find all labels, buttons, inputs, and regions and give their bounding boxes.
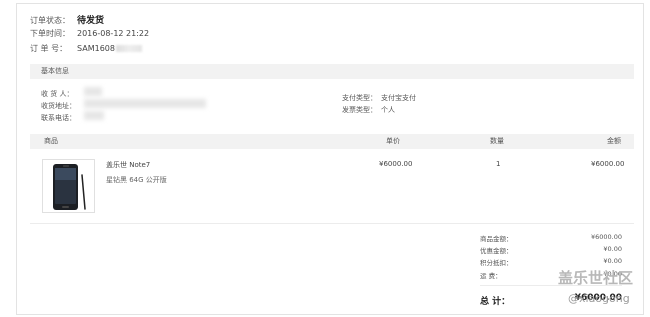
order-number-value: SAM1608 — [77, 44, 115, 53]
product-name[interactable]: 盖乐世 Note7 — [106, 160, 150, 170]
col-header-unit-price: 单价 — [386, 137, 400, 145]
order-number-row: 订 单 号： SAM1608 — [30, 43, 142, 54]
col-header-quantity: 数量 — [490, 137, 504, 145]
order-time-row: 下单时间： 2016-08-12 21:22 — [30, 28, 149, 39]
payment-type-value: 支付宝支付 — [381, 94, 416, 102]
payment-type-row: 支付类型： 支付宝支付 — [342, 93, 416, 103]
products-divider — [30, 223, 634, 224]
community-watermark: 盖乐世社区 — [558, 269, 634, 287]
basic-info-header: 基本信息 — [30, 64, 634, 79]
order-status-label: 订单状态： — [30, 16, 70, 25]
shipping-label: 运 费： — [480, 272, 502, 280]
product-quantity: 1 — [496, 160, 501, 168]
order-number-redacted — [115, 45, 142, 52]
receiver-label: 收 货 人： — [41, 90, 74, 98]
goods-amount-label: 商品金额： — [480, 235, 513, 243]
summary-goods-amount: 商品金额： ¥6000.00 — [480, 233, 622, 243]
summary-points: 积分抵扣： ¥0.00 — [480, 257, 622, 267]
discount-value: ¥0.00 — [603, 245, 622, 253]
phone-redacted — [84, 111, 104, 120]
total-label: 总 计： — [480, 297, 511, 307]
summary-discount: 优惠金额： ¥0.00 — [480, 245, 622, 255]
order-status-row: 订单状态： 待发货 — [30, 13, 104, 26]
invoice-type-row: 发票类型： 个人 — [342, 105, 395, 115]
points-value: ¥0.00 — [603, 257, 622, 265]
receiver-redacted — [84, 87, 102, 96]
phone-image-icon — [53, 164, 86, 210]
product-image[interactable] — [42, 159, 95, 213]
points-label: 积分抵扣： — [480, 259, 513, 267]
payment-type-label: 支付类型： — [342, 94, 377, 102]
goods-amount-value: ¥6000.00 — [590, 233, 622, 241]
phone-label: 联系电话： — [41, 114, 76, 122]
order-time-label: 下单时间： — [30, 29, 70, 38]
col-header-amount: 金额 — [607, 137, 621, 145]
address-label: 收货地址： — [41, 102, 76, 110]
order-time-value: 2016-08-12 21:22 — [77, 29, 150, 38]
invoice-type-label: 发票类型： — [342, 106, 377, 114]
products-table-header: 商品 单价 数量 金额 — [30, 134, 634, 149]
discount-label: 优惠金额： — [480, 247, 513, 255]
order-status-value: 待发货 — [77, 16, 105, 26]
address-redacted — [84, 99, 206, 108]
order-number-label: 订 单 号： — [30, 44, 68, 53]
col-header-product: 商品 — [44, 137, 58, 145]
invoice-type-value: 个人 — [381, 106, 395, 114]
community-watermark-handle: @xiaogong — [568, 292, 630, 305]
product-amount: ¥6000.00 — [591, 160, 625, 168]
product-spec: 星钻黑 64G 公开版 — [106, 176, 167, 184]
product-unit-price: ¥6000.00 — [379, 160, 413, 168]
